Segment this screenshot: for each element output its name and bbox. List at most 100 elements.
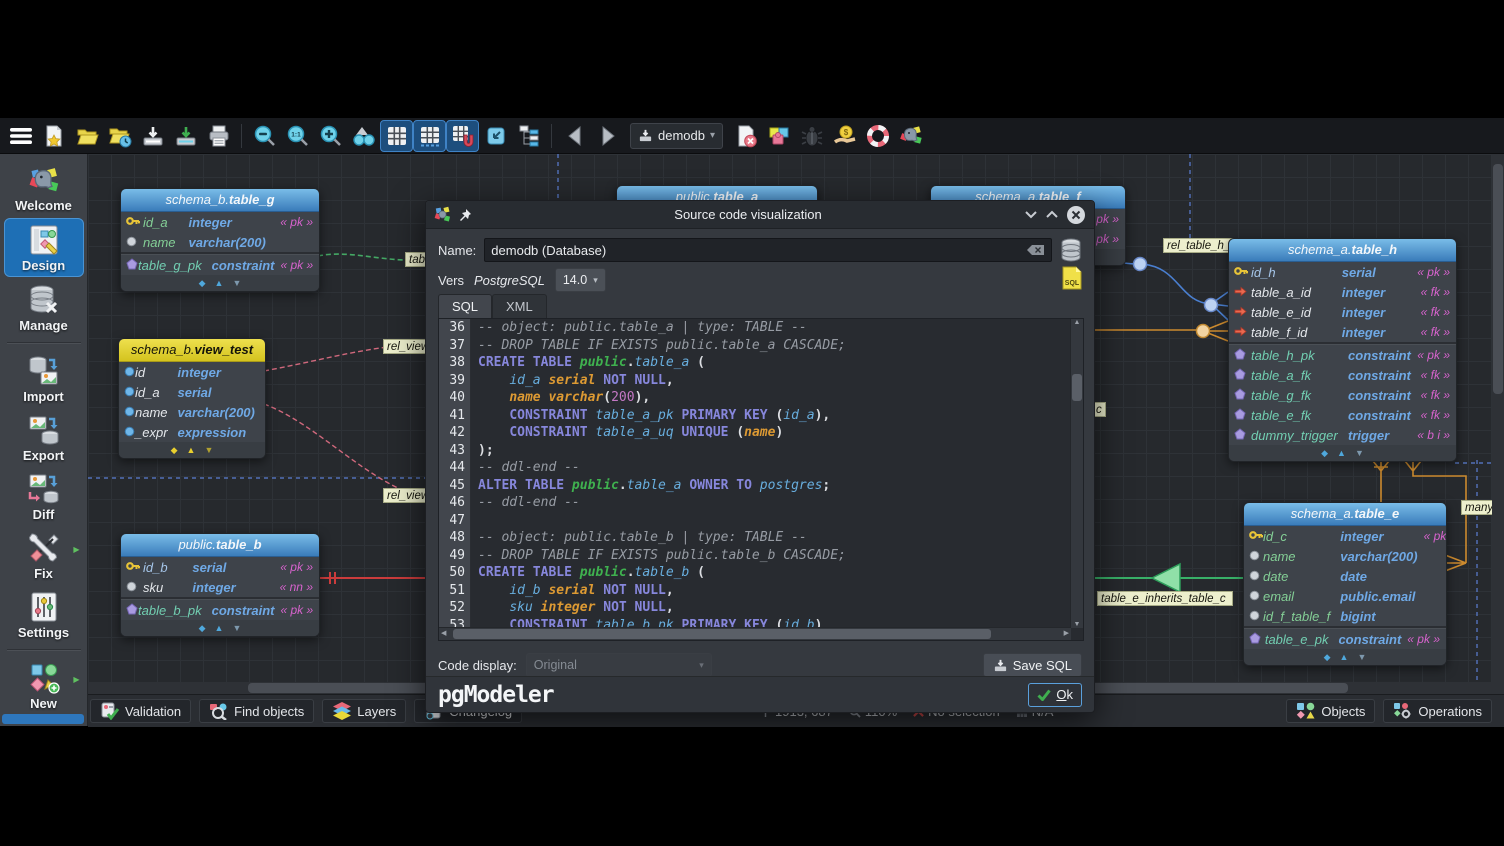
donate-button[interactable]: $ [828, 120, 861, 152]
db-table-table_e[interactable]: schema_a.table_eid_cinteger« pk »namevar… [1243, 502, 1447, 666]
db-table-table_g[interactable]: schema_b.table_gid_ainteger« pk »namevar… [120, 188, 320, 292]
expand-icon[interactable]: ▲ [1337, 448, 1346, 458]
open-model-button[interactable] [70, 120, 103, 152]
sidebar-item-export[interactable]: Export [4, 409, 84, 466]
clear-input-icon[interactable] [1027, 244, 1045, 256]
scrollbar-handle[interactable] [453, 629, 991, 639]
operations-button[interactable]: Operations [1383, 699, 1492, 723]
table-row[interactable]: dummy_triggertrigger« b i » [1229, 425, 1456, 445]
show-grid-button[interactable] [380, 120, 413, 152]
editor-hscrollbar[interactable]: ◀ ▶ [439, 627, 1071, 640]
collapse-icon[interactable]: ▼ [1357, 652, 1366, 662]
dialog-titlebar[interactable]: Source code visualization [426, 201, 1094, 229]
tab-xml[interactable]: XML [492, 294, 547, 318]
sidebar-item-new[interactable]: ▶New [4, 657, 84, 714]
sidebar-item-diff[interactable]: Diff [4, 468, 84, 525]
table-row[interactable]: namevarchar(200) [121, 232, 319, 252]
table-row[interactable]: table_f_idinteger« fk » [1229, 322, 1456, 342]
objects-button[interactable]: Objects [1286, 699, 1375, 723]
zoom-out-button[interactable] [248, 120, 281, 152]
close-icon[interactable] [1066, 205, 1086, 225]
relationship-point[interactable] [1205, 299, 1218, 312]
sidebar-item-fix[interactable]: ▶Fix [4, 527, 84, 584]
view-relationship-line[interactable] [264, 404, 425, 498]
db-table-table_b[interactable]: public.table_bid_bserial« pk »skuinteger… [120, 533, 320, 637]
table-row[interactable]: id_hserial« pk » [1229, 262, 1456, 282]
normal-zoom-button[interactable]: 1:1 [281, 120, 314, 152]
diamond-icon[interactable]: ◆ [1321, 448, 1328, 459]
diamond-icon[interactable]: ◆ [199, 623, 206, 634]
about-button[interactable] [894, 120, 927, 152]
main-menu-button[interactable] [4, 120, 37, 152]
table-row[interactable]: emailpublic.email [1244, 586, 1447, 606]
fk-relationship-line[interactable] [1373, 461, 1389, 502]
table-header[interactable]: schema_b.table_g [121, 189, 319, 212]
page-delimiters-button[interactable] [413, 120, 446, 152]
table-row[interactable]: table_g_fkconstraint« fk » [1229, 385, 1456, 405]
print-button[interactable] [202, 120, 235, 152]
pin-icon[interactable] [458, 208, 472, 222]
name-input[interactable]: demodb (Database) [484, 238, 1052, 262]
layers-button[interactable]: Layers [322, 699, 406, 723]
expand-icon[interactable]: ▲ [1340, 652, 1349, 662]
table-row[interactable]: idinteger [119, 362, 266, 382]
save-model-button[interactable] [136, 120, 169, 152]
table-row[interactable]: table_e_idinteger« fk » [1229, 302, 1456, 322]
code-lines[interactable]: 36-- object: public.table_a | type: TABL… [439, 319, 1071, 628]
loaded-model-combo[interactable]: demodb▾ [630, 123, 723, 149]
relationship-label[interactable]: rel_view [383, 339, 431, 354]
relationship-point[interactable] [1197, 325, 1210, 338]
support-button[interactable] [861, 120, 894, 152]
collapse-icon[interactable]: ▼ [1355, 448, 1364, 458]
db-table-view_test[interactable]: schema_b.view_testidintegerid_aserialnam… [118, 338, 266, 459]
new-model-button[interactable] [37, 120, 70, 152]
close-model-button[interactable] [729, 120, 762, 152]
diamond-icon[interactable]: ◆ [1324, 652, 1331, 663]
sql-code-editor[interactable]: 36-- object: public.table_a | type: TABL… [438, 318, 1084, 641]
relationship-label[interactable]: rel_view [383, 488, 431, 503]
scroll-right-icon[interactable]: ▶ [1064, 629, 1069, 637]
db-table-table_h[interactable]: schema_a.table_hid_hserial« pk »table_a_… [1228, 238, 1457, 462]
sidebar-item-design[interactable]: Design [4, 218, 84, 277]
table-row[interactable]: table_e_fkconstraint« fk » [1229, 405, 1456, 425]
sidebar-item-welcome[interactable]: Welcome [4, 161, 84, 216]
save-all-button[interactable] [169, 120, 202, 152]
chevron-down-icon[interactable] [1024, 210, 1038, 219]
diamond-icon[interactable]: ◆ [199, 278, 206, 289]
table-row[interactable]: skuinteger« nn » [121, 577, 319, 597]
snap-to-grid-button[interactable] [446, 120, 479, 152]
table-row[interactable]: id_cinteger« pk » [1244, 526, 1447, 546]
scrollbar-handle[interactable] [1072, 374, 1082, 401]
expand-icon[interactable]: ▲ [215, 623, 224, 633]
scroll-left-icon[interactable]: ◀ [441, 629, 446, 637]
table-header[interactable]: schema_b.view_test [119, 339, 265, 362]
table-header[interactable]: public.table_b [121, 534, 319, 557]
one-to-one-line[interactable] [320, 572, 425, 584]
editor-vscrollbar[interactable]: ▲ ▼ [1070, 319, 1083, 628]
expand-collapse-button[interactable] [512, 120, 545, 152]
collapse-icon[interactable]: ▼ [232, 278, 241, 288]
table-row[interactable]: id_f_table_fbigint [1244, 606, 1447, 626]
best-fit-button[interactable] [347, 120, 380, 152]
version-combo[interactable]: 14.0 ▾ [555, 268, 606, 292]
canvas-vscrollbar[interactable] [1492, 154, 1504, 694]
sidebar-item-manage[interactable]: Manage [4, 279, 84, 336]
compact-view-button[interactable] [479, 120, 512, 152]
table-row[interactable]: namevarchar(200) [119, 402, 266, 422]
relationship-label[interactable]: table_e_inherits_table_c [1097, 591, 1233, 606]
expand-icon[interactable]: ▲ [187, 445, 196, 455]
relationship-point[interactable] [1134, 258, 1147, 271]
ok-button[interactable]: Ok [1028, 683, 1082, 707]
table-row[interactable]: table_g_pkconstraint« pk » [121, 255, 319, 275]
find-objects-button[interactable]: Find objects [199, 699, 314, 723]
table-row[interactable]: id_aserial [119, 382, 266, 402]
scroll-up-icon[interactable]: ▲ [1071, 319, 1083, 326]
save-sql-button[interactable]: Save SQL [983, 653, 1082, 677]
table-row[interactable]: _exprexpression [119, 422, 266, 442]
forward-button[interactable] [591, 120, 624, 152]
relationship-table-line[interactable] [318, 254, 408, 260]
validation-button[interactable]: Validation [90, 699, 191, 723]
bug-report-button[interactable] [795, 120, 828, 152]
table-row[interactable]: namevarchar(200) [1244, 546, 1447, 566]
plugins-button[interactable] [762, 120, 795, 152]
